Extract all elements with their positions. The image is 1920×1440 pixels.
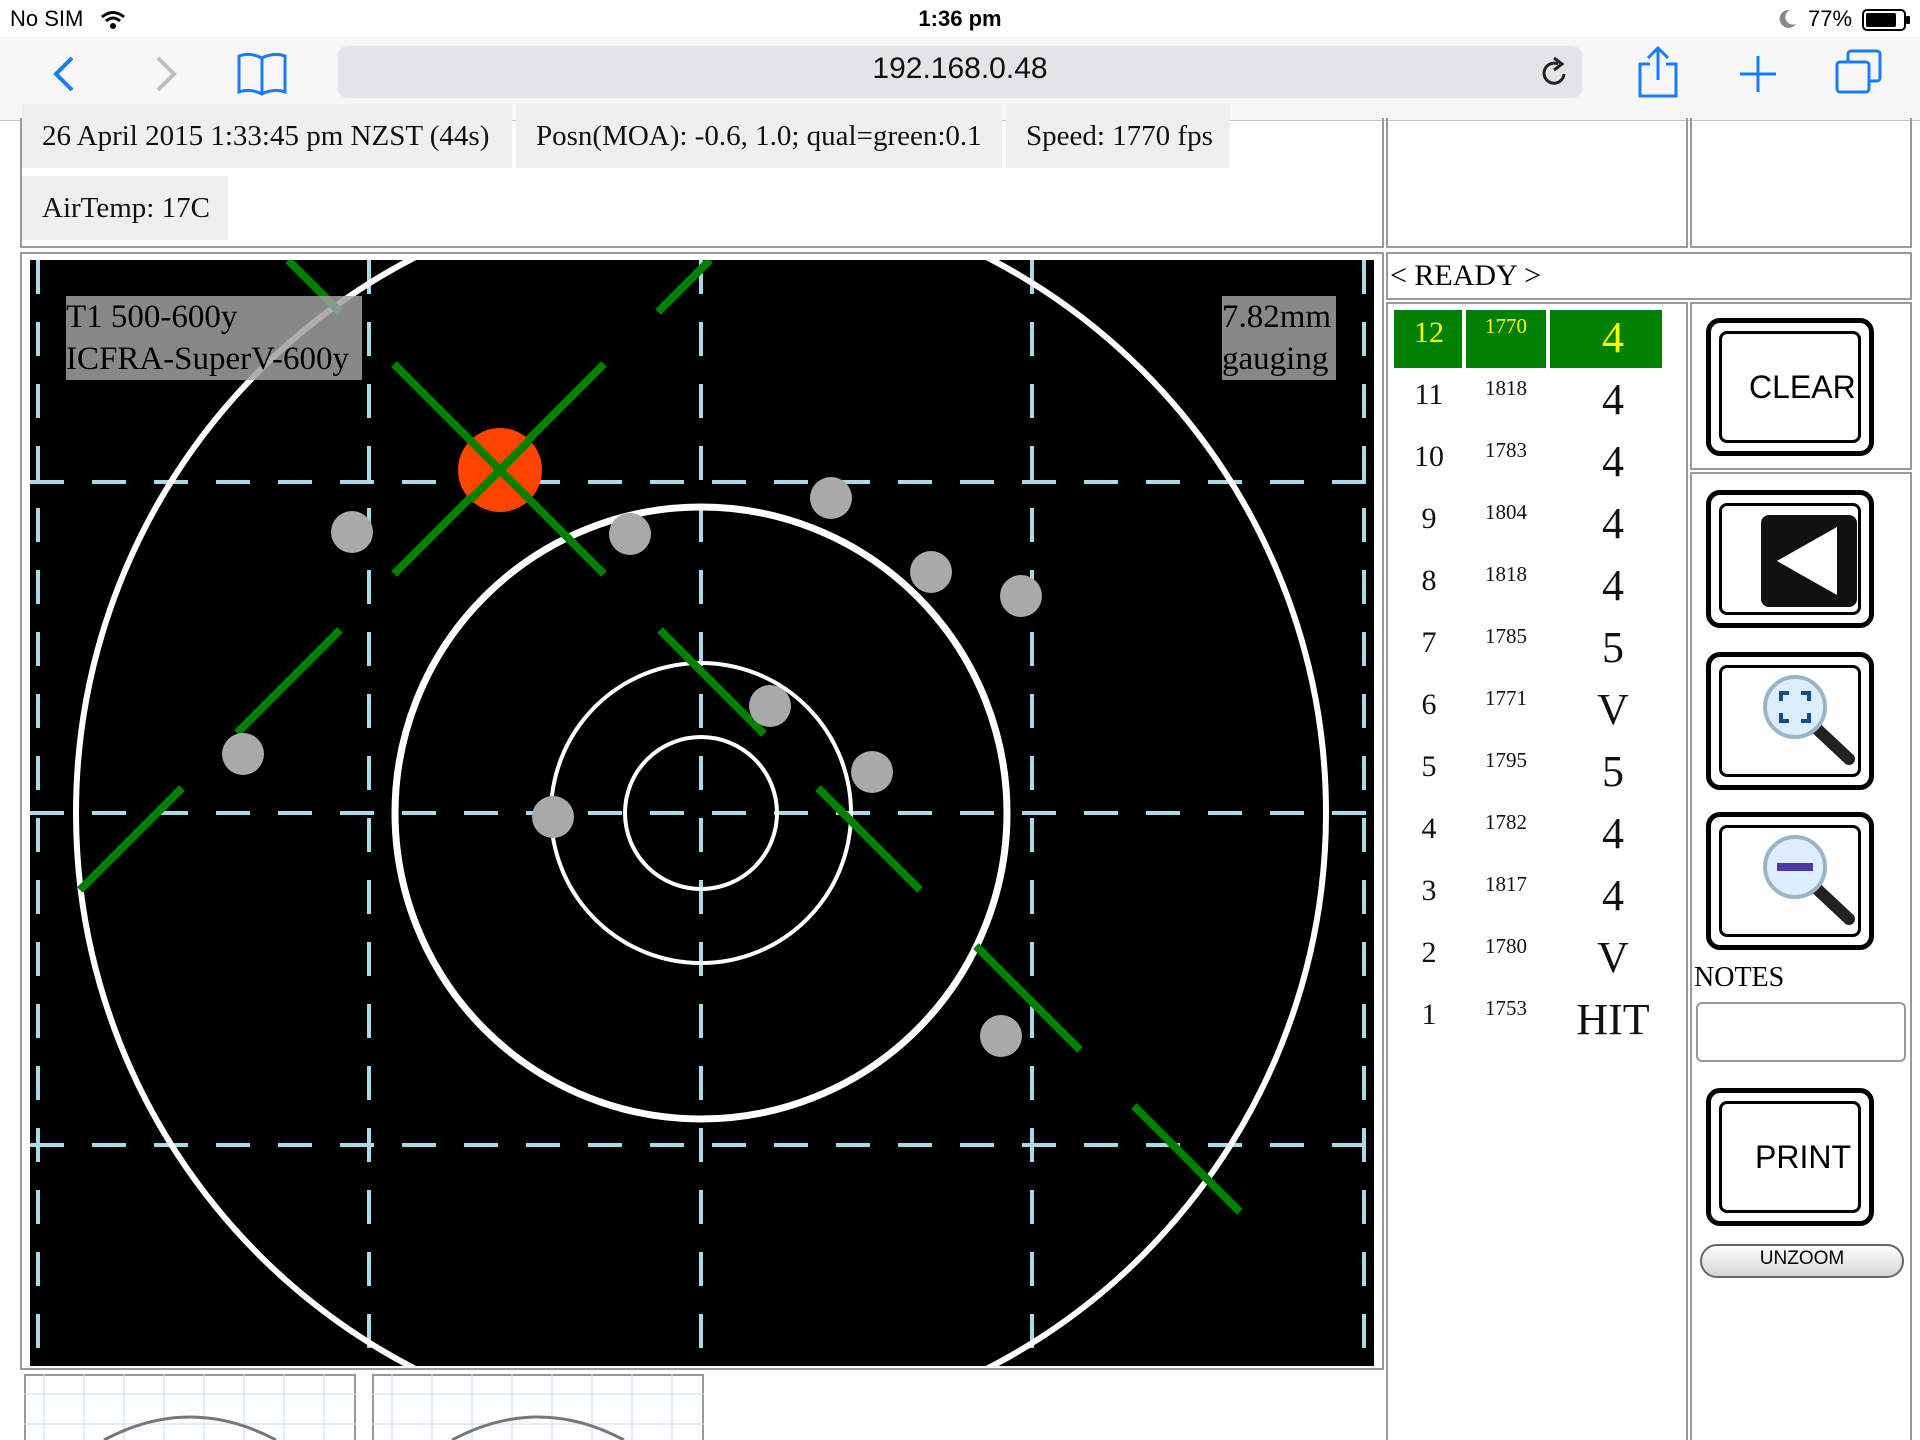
notes-input[interactable] [1696, 1002, 1906, 1062]
shot-row-7[interactable]: 7 1785 5 [1394, 620, 1662, 682]
caliber-label: 7.82mm [1222, 299, 1332, 335]
shot-hole [980, 1015, 1022, 1057]
shot-row-12[interactable]: 12 1770 4 [1394, 310, 1662, 372]
shot-datetime: 26 April 2015 1:33:45 pm NZST (44s) [22, 104, 512, 168]
unzoom-button[interactable]: UNZOOM [1700, 1244, 1904, 1278]
target-canvas[interactable] [30, 260, 1374, 1366]
tabs-icon[interactable] [1834, 48, 1884, 96]
battery-percent: 77% [1808, 6, 1853, 31]
forward-icon[interactable] [150, 52, 180, 96]
zoom-fit-button[interactable] [1706, 652, 1874, 790]
shot-hole [810, 477, 852, 519]
history-thumbnail-2[interactable] [372, 1374, 704, 1440]
shot-row-9[interactable]: 9 1804 4 [1394, 496, 1662, 558]
clock: 1:36 pm [918, 6, 1002, 31]
shot-hole [1000, 575, 1042, 617]
shot-row-4[interactable]: 4 1782 4 [1394, 806, 1662, 868]
shot-hole [331, 511, 373, 553]
back-icon[interactable] [50, 52, 80, 96]
shot-row-6[interactable]: 6 1771 V [1394, 682, 1662, 744]
print-button[interactable]: PRINT [1706, 1088, 1874, 1226]
shot-row-3[interactable]: 3 1817 4 [1394, 868, 1662, 930]
clear-button[interactable]: CLEAR [1706, 318, 1874, 456]
zoom-out-button[interactable] [1706, 812, 1874, 950]
shot-speed: Speed: 1770 fps [1006, 104, 1230, 168]
share-icon[interactable] [1636, 44, 1680, 100]
top-spacer-box-2 [1690, 118, 1912, 248]
battery-icon [1862, 9, 1910, 31]
gauging-label: gauging [1222, 341, 1329, 377]
zoom-fit-icon [1763, 675, 1855, 765]
bookmarks-icon[interactable] [236, 50, 288, 96]
shot-row-1[interactable]: 1 1753 HIT [1394, 992, 1662, 1054]
moon-icon [1779, 9, 1796, 28]
shot-rows: 12 1770 4 11 1818 4 10 1783 4 9 1804 4 8… [1394, 310, 1662, 1052]
shot-hole [749, 685, 791, 727]
target-name: T1 500-600y [66, 299, 238, 335]
shot-row-2[interactable]: 2 1780 V [1394, 930, 1662, 992]
shot-hole [222, 733, 264, 775]
shot-row-10[interactable]: 10 1783 4 [1394, 434, 1662, 496]
shot-row-11[interactable]: 11 1818 4 [1394, 372, 1662, 434]
air-temp: AirTemp: 17C [22, 176, 228, 240]
shot-hole [532, 796, 574, 838]
undo-button[interactable] [1706, 490, 1874, 628]
status-message: < READY > [1390, 259, 1542, 292]
shot-hole [609, 513, 651, 555]
history-thumbnail-1[interactable] [24, 1374, 356, 1440]
url-text[interactable]: 192.168.0.48 [338, 52, 1582, 86]
shot-hole [851, 751, 893, 793]
top-spacer-box [1386, 118, 1688, 248]
shot-row-5[interactable]: 5 1795 5 [1394, 744, 1662, 806]
new-tab-icon[interactable] [1736, 52, 1780, 96]
shot-position: Posn(MOA): -0.6, 1.0; qual=green:0.1 [516, 104, 1002, 168]
target-match: ICFRA-SuperV-600y [66, 341, 349, 377]
reload-icon[interactable] [1538, 56, 1570, 90]
shot-hole [910, 551, 952, 593]
back-arrow-icon [1761, 515, 1857, 607]
zoom-out-icon [1763, 835, 1855, 925]
shot-row-8[interactable]: 8 1818 4 [1394, 558, 1662, 620]
notes-label: NOTES [1694, 962, 1785, 993]
